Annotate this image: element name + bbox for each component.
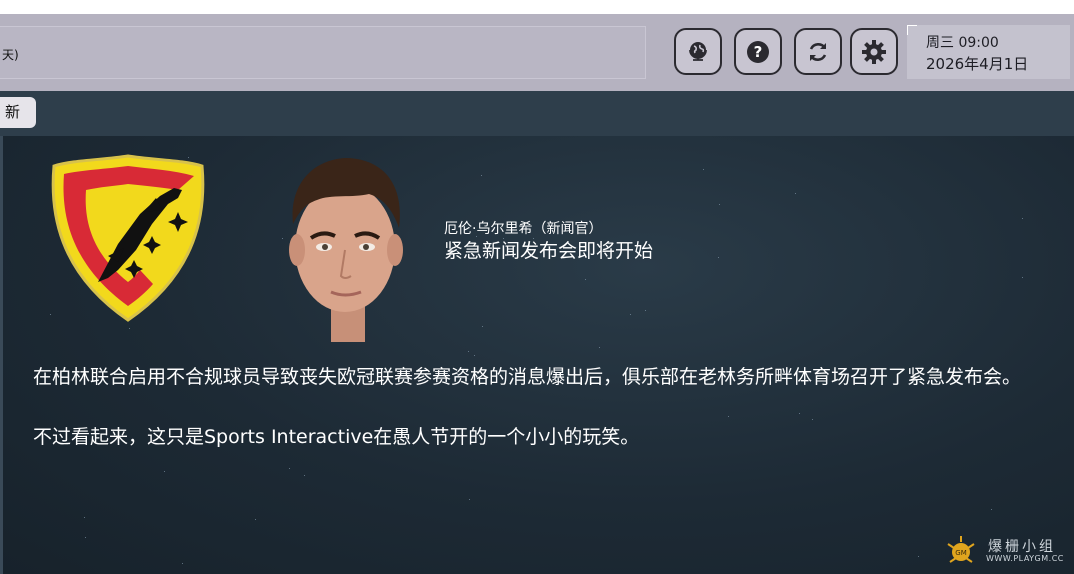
star-dot: [719, 204, 720, 205]
panel-edge: [0, 136, 3, 574]
tab-news[interactable]: 新闻: [0, 97, 36, 128]
date-label: 2026年4月1日: [926, 55, 1029, 73]
news-paragraph: 在柏林联合启用不合规球员导致丧失欧冠联赛参赛资格的消息爆出后，俱乐部在老林务所畔…: [33, 366, 1022, 388]
tab-bar: 新闻: [0, 91, 1074, 136]
star-dot: [585, 279, 586, 280]
star-dot: [129, 328, 130, 329]
globe-button[interactable]: [674, 28, 722, 75]
watermark-text: 爆栅小组: [988, 539, 1056, 555]
star-dot: [728, 416, 729, 417]
star-dot: [795, 193, 796, 194]
star-dot: [164, 471, 165, 472]
star-dot: [812, 419, 813, 420]
news-headline: 紧急新闻发布会即将开始: [444, 240, 654, 262]
news-content-panel: 厄伦·乌尔里希（新闻官） 紧急新闻发布会即将开始 在柏林联合启用不合规球员导致丧…: [0, 136, 1074, 574]
refresh-button[interactable]: [794, 28, 842, 75]
star-dot: [630, 314, 631, 315]
day-time-label: 周三 09:00: [926, 35, 999, 51]
star-dot: [918, 556, 919, 557]
svg-text:?: ?: [754, 43, 763, 61]
star-dot: [304, 475, 305, 476]
star-dot: [255, 519, 256, 520]
spokesperson-portrait: [289, 158, 403, 342]
watermark: GM 爆栅小组 WWW.PLAYGM.CC: [944, 534, 1072, 568]
star-dot: [645, 310, 646, 311]
globe-icon: [689, 41, 707, 61]
star-dot: [468, 351, 469, 352]
date-display[interactable]: 周三 09:00 2026年4月1日: [907, 25, 1070, 79]
help-button[interactable]: ?: [734, 28, 782, 75]
star-dot: [1022, 218, 1023, 219]
star-dot: [85, 537, 86, 538]
club-crest-logo: [51, 154, 205, 322]
top-strip: [0, 0, 1074, 14]
page-title-box: [0, 26, 646, 79]
star-dot: [718, 257, 719, 258]
header-bar: 天) ? 周三 09:00 2026年4月1日: [0, 14, 1074, 91]
star-dot: [182, 563, 183, 564]
star-dot: [481, 175, 482, 176]
date-corner-mark: [907, 25, 917, 35]
speaker-name: 厄伦·乌尔里希（新闻官）: [444, 221, 603, 237]
watermark-url: WWW.PLAYGM.CC: [986, 554, 1064, 563]
refresh-icon: [809, 42, 827, 61]
page-title-fragment: 天): [2, 48, 19, 62]
star-dot: [482, 326, 483, 327]
gear-icon: [862, 39, 886, 64]
watermark-logo-icon: GM: [947, 536, 975, 563]
star-dot: [599, 347, 600, 348]
star-dot: [703, 169, 704, 170]
help-icon: ?: [747, 40, 769, 63]
star-dot: [474, 355, 475, 356]
star-dot: [84, 517, 85, 518]
star-dot: [289, 468, 290, 469]
svg-text:GM: GM: [955, 549, 966, 557]
star-dot: [1022, 277, 1023, 278]
star-dot: [469, 499, 470, 500]
star-dot: [799, 413, 800, 414]
star-dot: [991, 509, 992, 510]
news-paragraph: 不过看起来，这只是Sports Interactive在愚人节开的一个小小的玩笑…: [33, 426, 640, 448]
settings-button[interactable]: [850, 28, 898, 75]
